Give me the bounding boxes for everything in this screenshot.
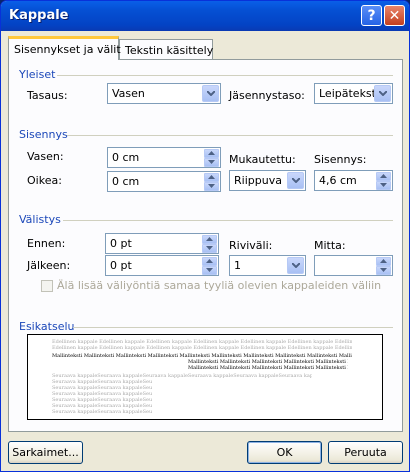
indent-by-label: Sisennys:: [314, 153, 367, 166]
preview-box: Edellinen kappale Edellinen kappale Edel…: [27, 334, 383, 420]
cancel-button[interactable]: Peruuta: [328, 441, 403, 464]
space-before-spinner[interactable]: 0 pt: [105, 233, 219, 254]
line-spacing-label: Riviväli:: [229, 239, 273, 252]
preview-next-line: Seuraava kappaleSeuraava kappaleSeuraava…: [52, 409, 152, 415]
chevron-down-icon[interactable]: [202, 85, 219, 102]
spin-down-icon[interactable]: [204, 182, 219, 191]
alignment-label: Tasaus:: [27, 89, 68, 102]
indent-right-value: 0 cm: [112, 175, 140, 188]
preview-heading: Esikatselu: [19, 320, 75, 333]
spin-down-icon[interactable]: [202, 244, 217, 253]
special-indent-value: Riippuva: [234, 174, 282, 187]
divider: [63, 220, 393, 221]
line-spacing-at-label: Mitta:: [314, 239, 346, 252]
indent-left-spinner[interactable]: 0 cm: [107, 147, 221, 168]
spacing-heading: Välistys: [19, 213, 61, 226]
spin-down-icon[interactable]: [376, 266, 391, 275]
spin-down-icon[interactable]: [376, 181, 391, 190]
indent-right-label: Oikea:: [27, 174, 62, 187]
general-heading: Yleiset: [19, 68, 56, 81]
chevron-down-icon[interactable]: [287, 257, 304, 274]
line-spacing-at-spinner[interactable]: [314, 255, 393, 276]
paragraph-dialog: Kappale ? ✕ Sisennykset ja välit Tekstin…: [0, 0, 410, 472]
tab-text-flow[interactable]: Tekstin käsittely: [119, 39, 213, 61]
divider: [67, 135, 393, 136]
spin-up-icon[interactable]: [204, 173, 219, 182]
spin-down-icon[interactable]: [204, 158, 219, 167]
chevron-down-icon[interactable]: [287, 172, 304, 189]
alignment-select[interactable]: Vasen: [107, 83, 221, 104]
window-title: Kappale: [9, 8, 69, 23]
indent-left-label: Vasen:: [27, 150, 64, 163]
space-after-value: 0 pt: [110, 259, 132, 272]
indent-by-value: 4,6 cm: [319, 174, 357, 187]
help-button[interactable]: ?: [361, 5, 382, 26]
outline-level-value: Leipäteksti: [319, 87, 380, 100]
divider: [57, 75, 393, 76]
tab-label: Sisennykset ja välit: [14, 43, 121, 56]
spin-up-icon[interactable]: [376, 172, 391, 181]
close-button[interactable]: ✕: [384, 5, 405, 26]
spin-up-icon[interactable]: [202, 257, 217, 266]
tabs-button[interactable]: Sarkaimet...: [8, 441, 83, 464]
space-after-label: Jälkeen:: [27, 259, 71, 272]
spin-up-icon[interactable]: [202, 235, 217, 244]
tab-label: Tekstin käsittely: [125, 44, 214, 57]
spin-up-icon[interactable]: [376, 257, 391, 266]
spin-up-icon[interactable]: [204, 149, 219, 158]
no-space-same-style-checkbox[interactable]: [41, 280, 53, 292]
alignment-value: Vasen: [112, 87, 145, 100]
special-indent-label: Mukautettu:: [229, 153, 296, 166]
chevron-down-icon[interactable]: [374, 85, 391, 102]
indentation-heading: Sisennys: [19, 128, 68, 141]
spin-down-icon[interactable]: [202, 266, 217, 275]
indent-right-spinner[interactable]: 0 cm: [107, 171, 221, 192]
line-spacing-value: 1: [234, 259, 241, 272]
tab-indents-spacing[interactable]: Sisennykset ja välit: [8, 36, 121, 60]
space-before-label: Ennen:: [27, 237, 66, 250]
preview-prev-line: Edellinen kappale Edellinen kappale Edel…: [52, 345, 352, 351]
indent-by-spinner[interactable]: 4,6 cm: [314, 170, 393, 191]
preview-sample-line: Mallinteksti Mallinteksti Mallinteksti M…: [188, 365, 348, 371]
outline-level-select[interactable]: Leipäteksti: [314, 83, 393, 104]
space-after-spinner[interactable]: 0 pt: [105, 255, 219, 276]
space-before-value: 0 pt: [110, 237, 132, 250]
indent-left-value: 0 cm: [112, 151, 140, 164]
no-space-same-style-label: Älä lisää väliyöntiä samaa tyyliä olevie…: [57, 279, 382, 292]
title-bar[interactable]: Kappale ? ✕: [1, 1, 409, 31]
outline-level-label: Jäsennystaso:: [229, 89, 305, 102]
ok-button[interactable]: OK: [247, 441, 322, 464]
line-spacing-select[interactable]: 1: [229, 255, 306, 276]
special-indent-select[interactable]: Riippuva: [229, 170, 306, 191]
divider: [73, 327, 393, 328]
